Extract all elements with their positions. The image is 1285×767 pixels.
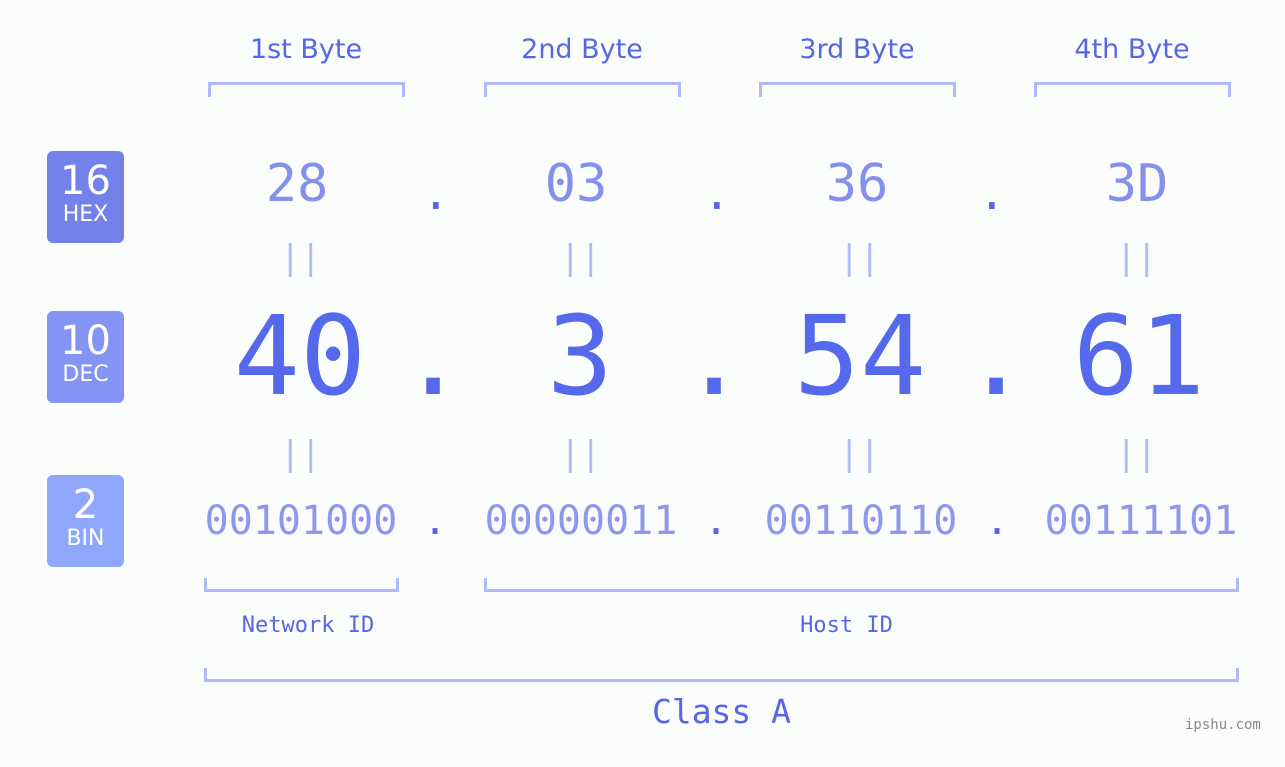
hex-dot-2: .: [703, 166, 731, 220]
bin-dot-1: .: [423, 498, 448, 544]
byte-bracket-4: [1034, 82, 1231, 97]
dec-value-1: 40: [233, 292, 367, 420]
hex-label: HEX: [62, 202, 109, 227]
equals-icon: ||: [1116, 238, 1157, 278]
hex-value-2: 03: [544, 154, 608, 214]
bin-base: 2: [72, 482, 99, 528]
byte-bracket-1: [208, 82, 405, 97]
dec-dot-3: .: [963, 292, 1030, 420]
bin-dot-3: .: [985, 498, 1010, 544]
hex-dot-1: .: [422, 166, 450, 220]
byte-header-2: 2nd Byte: [521, 34, 643, 65]
byte-header-4: 4th Byte: [1074, 34, 1190, 65]
dec-value-4: 61: [1072, 292, 1206, 420]
equals-icon: ||: [839, 434, 880, 474]
bin-value-3: 00110110: [764, 498, 958, 544]
byte-bracket-2: [484, 82, 681, 97]
bin-badge: 2 BIN: [47, 475, 124, 567]
dec-badge: 10 DEC: [47, 311, 124, 403]
hex-badge: 16 HEX: [47, 151, 124, 243]
dec-dot-2: .: [681, 292, 748, 420]
watermark: ipshu.com: [1185, 717, 1261, 733]
equals-icon: ||: [280, 238, 321, 278]
hex-value-1: 28: [265, 154, 329, 214]
equals-icon: ||: [280, 434, 321, 474]
dec-label: DEC: [62, 362, 109, 387]
equals-icon: ||: [839, 238, 880, 278]
dec-value-3: 54: [793, 292, 927, 420]
network-bracket: [204, 578, 399, 592]
hex-base: 16: [60, 158, 111, 204]
hex-value-3: 36: [825, 154, 889, 214]
network-id-label: Network ID: [241, 613, 375, 638]
bin-value-2: 00000011: [484, 498, 678, 544]
bin-value-4: 00111101: [1044, 498, 1238, 544]
class-bracket: [204, 668, 1239, 682]
dec-value-2: 3: [546, 292, 614, 420]
class-label: Class A: [651, 692, 792, 731]
byte-header-1: 1st Byte: [249, 34, 363, 65]
hex-value-4: 3D: [1105, 154, 1169, 214]
byte-bracket-3: [759, 82, 956, 97]
hex-dot-3: .: [978, 166, 1006, 220]
bin-value-1: 00101000: [204, 498, 398, 544]
equals-icon: ||: [560, 238, 601, 278]
host-id-label: Host ID: [800, 613, 893, 638]
equals-icon: ||: [1116, 434, 1157, 474]
equals-icon: ||: [560, 434, 601, 474]
byte-header-3: 3rd Byte: [799, 34, 915, 65]
dec-base: 10: [60, 318, 111, 364]
host-bracket: [484, 578, 1239, 592]
bin-dot-2: .: [704, 498, 729, 544]
bin-label: BIN: [66, 526, 105, 551]
dec-dot-1: .: [400, 292, 467, 420]
